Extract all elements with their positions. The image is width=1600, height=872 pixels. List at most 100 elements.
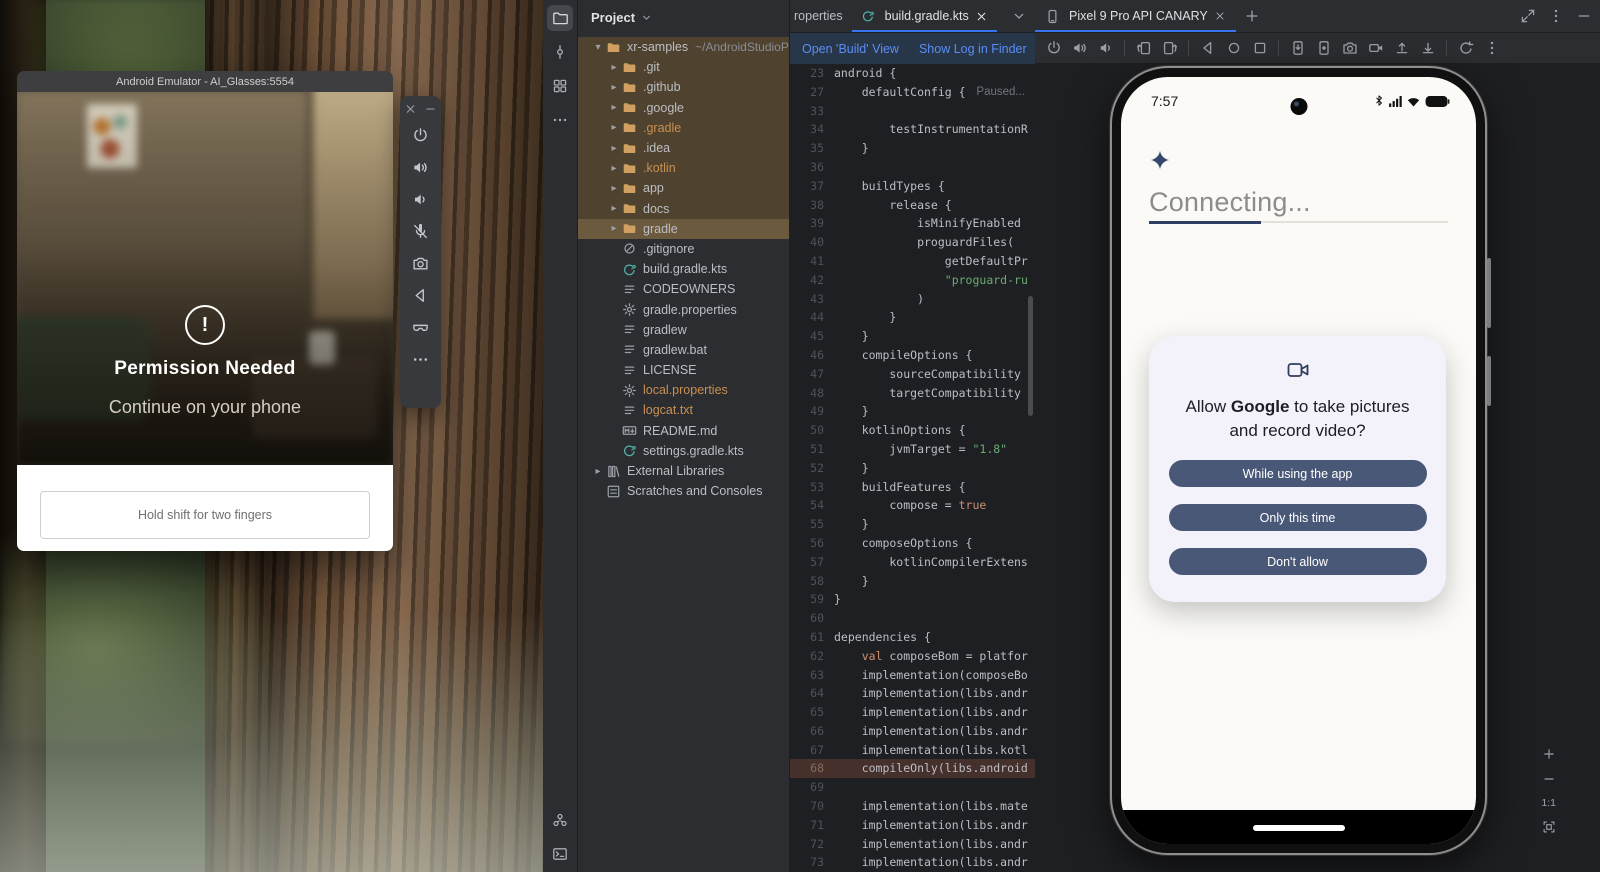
chevron-right-icon[interactable]: ▸ <box>606 203 622 214</box>
more-h-button[interactable] <box>547 107 573 133</box>
code-line-39[interactable]: 39 isMinifyEnabled <box>790 214 1035 233</box>
tree-item-app[interactable]: ▸app <box>578 178 789 198</box>
project-panel-header[interactable]: Project <box>578 0 789 34</box>
code-line-42[interactable]: 42 "proguard-ru <box>790 271 1035 290</box>
zoom-fit-button[interactable] <box>1542 820 1556 834</box>
code-line-67[interactable]: 67 implementation(libs.kotl <box>790 741 1035 760</box>
code-line-33[interactable]: 33 <box>790 102 1035 121</box>
code-line-58[interactable]: 58 } <box>790 572 1035 591</box>
power-button[interactable] <box>1043 38 1064 59</box>
code-line-61[interactable]: 61dependencies { <box>790 628 1035 647</box>
emulator-title-bar[interactable]: Android Emulator - AI_Glasses:5554 <box>17 71 393 92</box>
device-screen[interactable]: 7:57 Connecting... <box>1121 77 1476 844</box>
close-button[interactable] <box>404 103 417 116</box>
code-editor[interactable]: 23android {27 defaultConfig {Paused...33… <box>790 64 1035 872</box>
code-line-34[interactable]: 34 testInstrumentationR <box>790 120 1035 139</box>
xr-glasses-button[interactable] <box>412 319 429 336</box>
vcs-button[interactable] <box>547 807 573 833</box>
volume-up-button[interactable] <box>412 159 429 176</box>
tree-item-readme-md[interactable]: README.md <box>578 421 789 441</box>
mic-off-button[interactable] <box>412 223 429 240</box>
open-in-window-button[interactable] <box>1520 8 1536 24</box>
chevron-right-icon[interactable]: ▸ <box>606 102 622 113</box>
tree-item-git[interactable]: ▸.git <box>578 57 789 77</box>
back-button[interactable] <box>1197 38 1218 59</box>
camera-button[interactable] <box>1339 38 1360 59</box>
upload-button[interactable] <box>1391 38 1412 59</box>
chevron-right-icon[interactable]: ▸ <box>606 82 622 93</box>
hide-panel-button[interactable] <box>1576 8 1592 24</box>
only-this-time-button[interactable]: Only this time <box>1169 504 1427 531</box>
code-line-35[interactable]: 35 } <box>790 139 1035 158</box>
tree-item-codeowners[interactable]: CODEOWNERS <box>578 279 789 299</box>
volume-up-button[interactable] <box>1069 38 1090 59</box>
tab-gradle-properties[interactable]: roperties <box>790 0 852 32</box>
project-button[interactable] <box>547 5 573 31</box>
overview-button[interactable] <box>1249 38 1270 59</box>
code-line-56[interactable]: 56 composeOptions { <box>790 534 1035 553</box>
tree-item-gradle[interactable]: ▸gradle <box>578 219 789 239</box>
tree-item-github[interactable]: ▸.github <box>578 77 789 97</box>
more-h-button[interactable] <box>412 351 429 368</box>
back-button[interactable] <box>412 287 429 304</box>
code-line-64[interactable]: 64 implementation(libs.andr <box>790 684 1035 703</box>
tree-item-license[interactable]: LICENSE <box>578 360 789 380</box>
volume-down-button[interactable] <box>1095 38 1116 59</box>
tree-item-google[interactable]: ▸.google <box>578 98 789 118</box>
chevron-right-icon[interactable]: ▸ <box>606 122 622 133</box>
chevron-right-icon[interactable]: ▸ <box>606 62 622 73</box>
show-log-in-finder-link[interactable]: Show Log in Finder <box>919 42 1027 56</box>
camera-button[interactable] <box>412 255 429 272</box>
more-button[interactable] <box>1481 38 1502 59</box>
code-line-45[interactable]: 45 } <box>790 327 1035 346</box>
don-t-allow-button[interactable]: Don't allow <box>1169 548 1427 575</box>
commit-button[interactable] <box>547 39 573 65</box>
code-line-47[interactable]: 47 sourceCompatibility <box>790 365 1035 384</box>
code-line-23[interactable]: 23android { <box>790 64 1035 83</box>
tree-item-scratches-and-consoles[interactable]: Scratches and Consoles <box>578 481 789 501</box>
code-line-60[interactable]: 60 <box>790 609 1035 628</box>
code-line-38[interactable]: 38 release { <box>790 196 1035 215</box>
code-line-41[interactable]: 41 getDefaultPr <box>790 252 1035 271</box>
zoom-in-button[interactable] <box>1542 747 1556 761</box>
tree-item-build-gradle-kts[interactable]: build.gradle.kts <box>578 259 789 279</box>
code-line-55[interactable]: 55 } <box>790 515 1035 534</box>
chevron-right-icon[interactable]: ▸ <box>606 163 622 174</box>
screen-record-button[interactable] <box>1313 38 1334 59</box>
chevron-down-icon[interactable]: ▾ <box>590 42 606 53</box>
tree-item-xr-samples[interactable]: ▾xr-samples~/AndroidStudioProje <box>578 37 789 57</box>
chevron-right-icon[interactable]: ▸ <box>606 183 622 194</box>
zoom-reset-button[interactable]: 1:1 <box>1541 797 1556 809</box>
volume-down-button[interactable] <box>412 191 429 208</box>
editor-scrollbar[interactable] <box>1028 296 1033 416</box>
tab-pixel-9-pro[interactable]: Pixel 9 Pro API CANARY <box>1035 0 1236 32</box>
code-line-36[interactable]: 36 <box>790 158 1035 177</box>
screenshot-button[interactable] <box>1287 38 1308 59</box>
code-line-72[interactable]: 72 implementation(libs.andr <box>790 835 1035 854</box>
chevron-right-icon[interactable]: ▸ <box>606 223 622 234</box>
tree-item-gradlew-bat[interactable]: gradlew.bat <box>578 340 789 360</box>
code-line-63[interactable]: 63 implementation(composeBo <box>790 666 1035 685</box>
home-indicator[interactable] <box>1253 825 1345 831</box>
code-line-57[interactable]: 57 kotlinCompilerExtens <box>790 553 1035 572</box>
minimize-button[interactable] <box>424 103 437 116</box>
code-line-54[interactable]: 54 compose = true <box>790 496 1035 515</box>
code-line-48[interactable]: 48 targetCompatibility <box>790 384 1035 403</box>
zoom-out-button[interactable] <box>1542 772 1556 786</box>
home-button[interactable] <box>1223 38 1244 59</box>
terminal-button[interactable] <box>547 841 573 867</box>
tree-item-local-properties[interactable]: local.properties <box>578 380 789 400</box>
while-using-the-app-button[interactable]: While using the app <box>1169 460 1427 487</box>
snapshot-button[interactable] <box>1455 38 1476 59</box>
close-icon[interactable] <box>975 10 988 23</box>
video-button[interactable] <box>1365 38 1386 59</box>
emulator-display[interactable]: ! Permission Needed Continue on your pho… <box>17 92 393 465</box>
code-line-69[interactable]: 69 <box>790 778 1035 797</box>
code-line-68[interactable]: 68 compileOnly(libs.android <box>790 759 1035 778</box>
open-build-view-link[interactable]: Open 'Build' View <box>802 42 899 56</box>
tree-item-gradlew[interactable]: gradlew <box>578 320 789 340</box>
tree-item-idea[interactable]: ▸.idea <box>578 138 789 158</box>
structure-button[interactable] <box>547 73 573 99</box>
tree-item-gradle-properties[interactable]: gradle.properties <box>578 299 789 319</box>
code-line-71[interactable]: 71 implementation(libs.andr <box>790 816 1035 835</box>
